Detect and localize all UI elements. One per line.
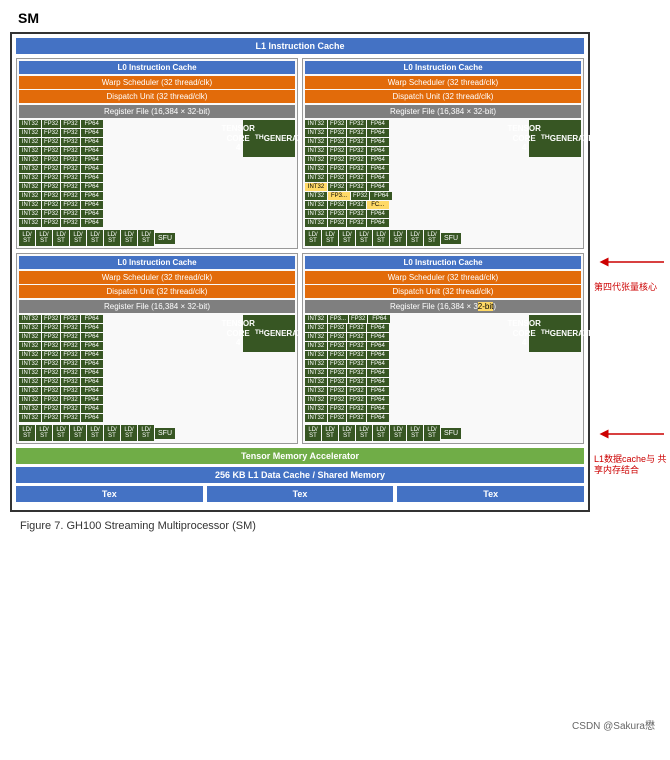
register-file-tl: Register File (16,384 × 32-bit) xyxy=(19,105,295,118)
warp-scheduler-tr: Warp Scheduler (32 thread/clk) xyxy=(305,76,581,89)
l0-cache-bl: L0 Instruction Cache xyxy=(19,256,295,269)
quadrant-top-right: L0 Instruction Cache Warp Scheduler (32 … xyxy=(302,58,584,249)
tensor-core-br: TENSOR CORE4TH GENERATION xyxy=(529,315,581,352)
quadrant-bottom-left: L0 Instruction Cache Warp Scheduler (32 … xyxy=(16,253,298,444)
tex-row: Tex Tex Tex xyxy=(16,486,584,502)
cuda-grid-br: INT32FP3...FP32FP64 INT32FP32FP32FP64 IN… xyxy=(305,315,527,423)
l1-data-cache-bar: 256 KB L1 Data Cache / Shared Memory xyxy=(16,467,584,483)
quadrant-top-left: L0 Instruction Cache Warp Scheduler (32 … xyxy=(16,58,298,249)
cuda-grid-tr: INT32FP32FP32FP64 INT32FP32FP32FP64 INT3… xyxy=(305,120,527,228)
csdn-label: CSDN @Sakura懋 xyxy=(572,717,655,732)
dispatch-br: Dispatch Unit (32 thread/clk) xyxy=(305,285,581,298)
quadrant-bottom-right: L0 Instruction Cache Warp Scheduler (32 … xyxy=(302,253,584,444)
tensor-core-bl: TENSOR CORE4TH GENERATION xyxy=(243,315,295,352)
register-file-br: Register File (16,384 × 32-bit) xyxy=(305,300,581,313)
register-file-tr: Register File (16,384 × 32-bit) xyxy=(305,105,581,118)
annotations: 第四代张量核心 L1数据cache与 共享内存结合 xyxy=(594,32,670,512)
sm-title: SM xyxy=(18,10,660,26)
annotation-l1-cache: L1数据cache与 共享内存结合 xyxy=(594,424,670,477)
l1-instruction-cache-bar: L1 Instruction Cache xyxy=(16,38,584,54)
tex-right: Tex xyxy=(397,486,584,502)
page: { "title": "SM", "figure_caption": "Figu… xyxy=(0,0,670,760)
dispatch-bl: Dispatch Unit (32 thread/clk) xyxy=(19,285,295,298)
l0-cache-br: L0 Instruction Cache xyxy=(305,256,581,269)
register-file-bl: Register File (16,384 × 32-bit) xyxy=(19,300,295,313)
figure-caption: Figure 7. GH100 Streaming Multiprocessor… xyxy=(20,520,660,532)
l0-cache-tr: L0 Instruction Cache xyxy=(305,61,581,74)
warp-scheduler-br: Warp Scheduler (32 thread/clk) xyxy=(305,271,581,284)
cuda-grid-tl: INT32FP32FP32FP64 INT32FP32FP32FP64 INT3… xyxy=(19,120,241,228)
tex-middle: Tex xyxy=(207,486,394,502)
tensor-memory-bar: Tensor Memory Accelerator xyxy=(16,448,584,464)
warp-scheduler-tl: Warp Scheduler (32 thread/clk) xyxy=(19,76,295,89)
l0-cache-tl: L0 Instruction Cache xyxy=(19,61,295,74)
tensor-core-tl: TENSOR CORE4TH GENERATION xyxy=(243,120,295,157)
warp-scheduler-bl: Warp Scheduler (32 thread/clk) xyxy=(19,271,295,284)
cuda-grid-bl: INT32FP32FP32FP64 INT32FP32FP32FP64 INT3… xyxy=(19,315,241,423)
tensor-core-tr: TENSOR CORE4TH GENERATION xyxy=(529,120,581,157)
dispatch-tr: Dispatch Unit (32 thread/clk) xyxy=(305,90,581,103)
annotation-tensor-core: 第四代张量核心 xyxy=(594,252,670,294)
tex-left: Tex xyxy=(16,486,203,502)
dispatch-tl: Dispatch Unit (32 thread/clk) xyxy=(19,90,295,103)
